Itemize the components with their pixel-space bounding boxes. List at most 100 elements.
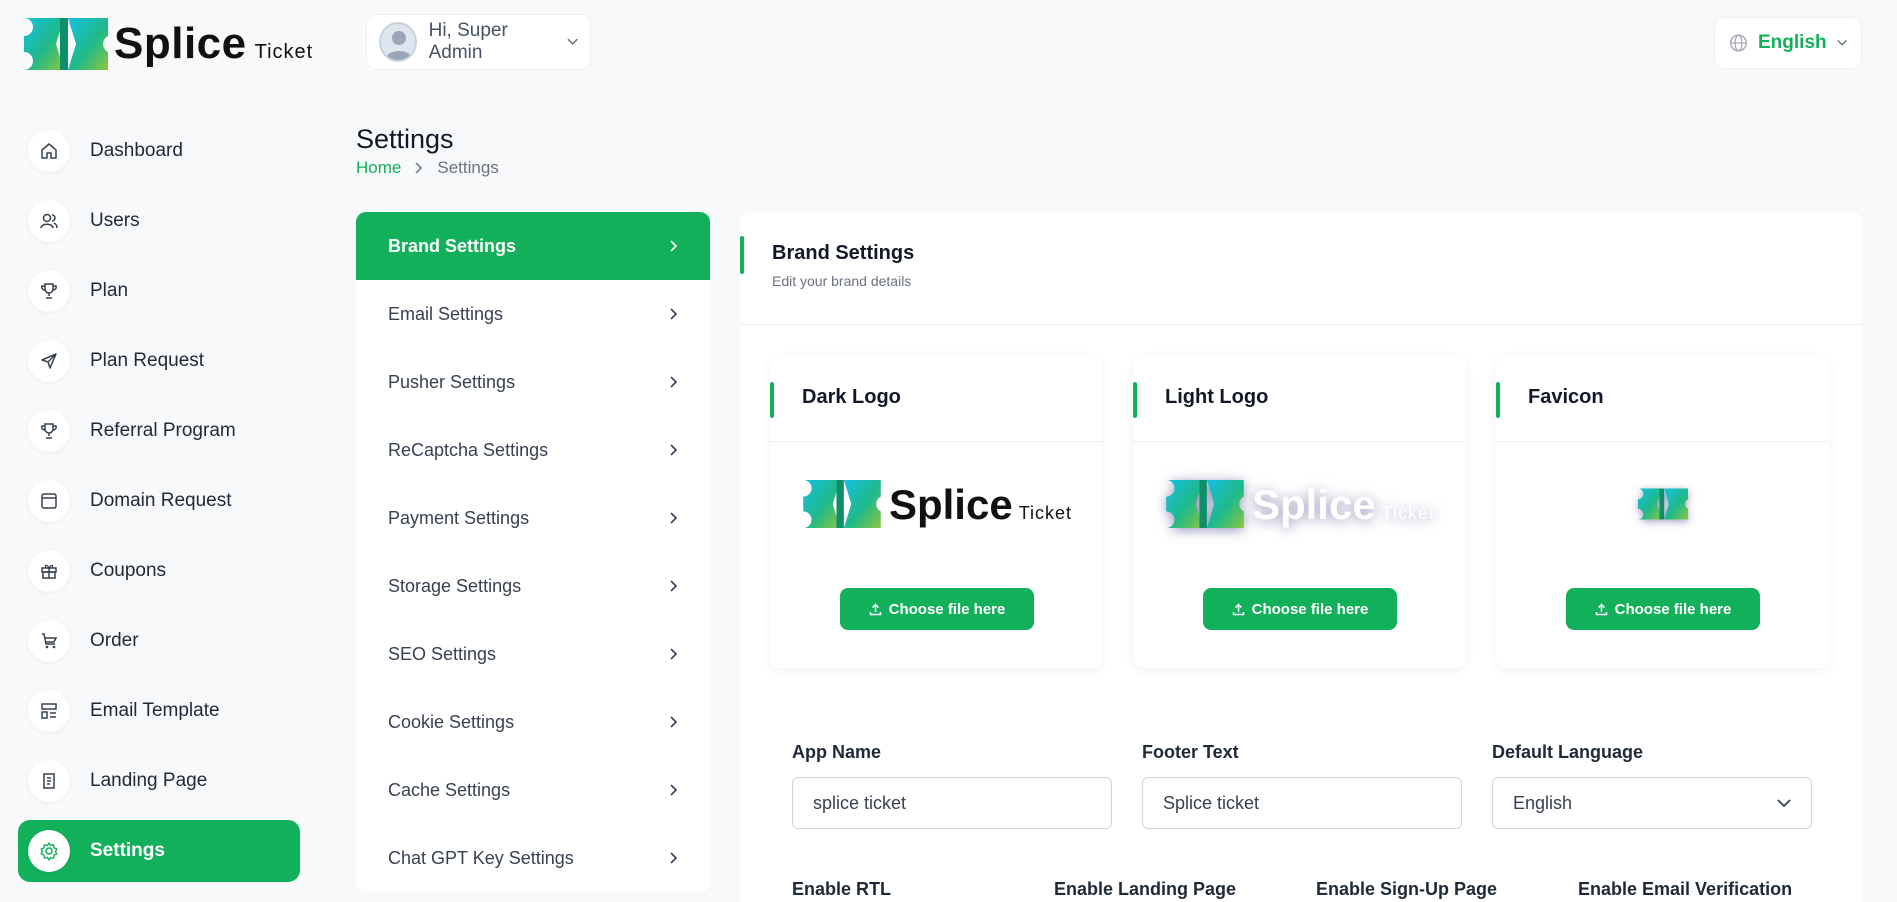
sidebar-item-label: Landing Page (90, 770, 208, 791)
send-icon (28, 340, 70, 382)
sidebar-item-plan-request[interactable]: Plan Request (18, 330, 300, 392)
upload-light-logo-button[interactable]: Choose file here (1203, 588, 1397, 630)
sidebar-item-label: Domain Request (90, 490, 232, 511)
chevron-right-icon (670, 376, 678, 388)
upload-favicon-button[interactable]: Choose file here (1566, 588, 1760, 630)
light-logo-sub: Ticket (1381, 503, 1436, 523)
gift-icon (28, 550, 70, 592)
sidebar: Dashboard Users Plan Plan Request Referr… (18, 120, 300, 890)
settings-item-label: Cookie Settings (388, 711, 515, 732)
chevron-down-icon (1777, 798, 1791, 807)
favicon-icon (1637, 488, 1688, 520)
ticket-logo-icon (803, 480, 881, 528)
sidebar-item-dashboard[interactable]: Dashboard (18, 120, 300, 182)
sidebar-item-users[interactable]: Users (18, 190, 300, 252)
sidebar-item-label: Settings (90, 840, 165, 861)
light-logo-card: Light Logo Splice Ticket Choose file her… (1133, 356, 1466, 668)
app-name-label: App Name (792, 742, 882, 762)
upload-icon (869, 602, 881, 615)
trophy-icon (28, 410, 70, 452)
page-icon (28, 760, 70, 802)
chevron-right-icon (670, 444, 678, 456)
settings-item-chatgpt[interactable]: Chat GPT Key Settings (356, 824, 710, 892)
panel-title: Brand Settings (772, 242, 915, 264)
enable-landing-label: Enable Landing Page (1054, 879, 1237, 899)
panel-subtitle: Edit your brand details (772, 273, 912, 289)
light-logo-word: Splice (1251, 481, 1376, 528)
chevron-right-icon (415, 162, 423, 174)
breadcrumb: Home Settings (356, 158, 499, 178)
sidebar-item-email-template[interactable]: Email Template (18, 680, 300, 742)
sidebar-item-label: Users (90, 210, 140, 231)
card-title: Dark Logo (802, 386, 901, 408)
settings-item-label: Cache Settings (388, 779, 511, 800)
globe-icon (1730, 34, 1747, 52)
chevron-right-icon (670, 852, 678, 864)
settings-item-label: Pusher Settings (388, 371, 516, 392)
chevron-right-icon (670, 512, 678, 524)
ticket-logo-icon (1166, 480, 1244, 528)
dark-logo-word: Splice (888, 481, 1013, 528)
chevron-right-icon (670, 716, 678, 728)
enable-email-verification-label: Enable Email Verification (1578, 879, 1793, 899)
light-logo-preview: Splice Ticket (1133, 468, 1466, 540)
settings-item-email[interactable]: Email Settings (356, 280, 710, 348)
page-title: Settings (356, 124, 454, 154)
language-selector[interactable]: English (1714, 17, 1862, 69)
settings-item-pusher[interactable]: Pusher Settings (356, 348, 710, 416)
home-icon (28, 130, 70, 172)
upload-icon (1232, 602, 1244, 615)
sidebar-item-domain-request[interactable]: Domain Request (18, 470, 300, 532)
settings-item-brand[interactable]: Brand Settings (356, 212, 710, 280)
footer-text-input[interactable]: Splice ticket (1142, 777, 1462, 829)
dark-logo-card: Dark Logo Splice Ticket Choose file here (770, 356, 1103, 668)
settings-item-storage[interactable]: Storage Settings (356, 552, 710, 620)
sidebar-item-settings[interactable]: Settings (18, 820, 300, 882)
gear-icon (28, 830, 70, 872)
card-title: Light Logo (1165, 386, 1269, 408)
panel-header: Brand Settings Edit your brand details (740, 212, 1862, 325)
app-name-input[interactable]: splice ticket (792, 777, 1112, 829)
browser-icon (28, 480, 70, 522)
upload-icon (1595, 602, 1607, 615)
sidebar-item-landing-page[interactable]: Landing Page (18, 750, 300, 812)
breadcrumb-home[interactable]: Home (356, 158, 401, 178)
sidebar-item-coupons[interactable]: Coupons (18, 540, 300, 602)
upload-dark-logo-button[interactable]: Choose file here (840, 588, 1034, 630)
settings-item-label: Chat GPT Key Settings (388, 847, 574, 868)
settings-item-recaptcha[interactable]: ReCaptcha Settings (356, 416, 710, 484)
chevron-right-icon (670, 308, 678, 320)
settings-item-label: Email Settings (388, 303, 504, 324)
settings-menu: Brand Settings Email Settings Pusher Set… (356, 212, 710, 892)
sidebar-item-referral-program[interactable]: Referral Program (18, 400, 300, 462)
chevron-right-icon (670, 580, 678, 592)
top-header: Splice Ticket Hi, Super Admin English (0, 0, 1897, 90)
settings-item-label: Payment Settings (388, 507, 530, 528)
sidebar-item-plan[interactable]: Plan (18, 260, 300, 322)
brand-logo[interactable]: Splice Ticket (24, 16, 313, 70)
brand-name: Splice (114, 19, 247, 68)
accent-bar (740, 236, 744, 274)
favicon-card: Favicon Choose file here (1496, 356, 1829, 668)
brand-sub: Ticket (254, 41, 314, 63)
settings-item-cookie[interactable]: Cookie Settings (356, 688, 710, 756)
settings-item-seo[interactable]: SEO Settings (356, 620, 710, 688)
chevron-down-icon (1837, 39, 1847, 46)
ticket-logo-icon (24, 18, 108, 70)
settings-item-cache[interactable]: Cache Settings (356, 756, 710, 824)
settings-item-payment[interactable]: Payment Settings (356, 484, 710, 552)
dark-logo-preview: Splice Ticket (770, 468, 1103, 540)
user-greeting: Hi, Super Admin (428, 20, 508, 63)
language-label: English (1758, 32, 1827, 53)
settings-item-label: SEO Settings (388, 643, 497, 664)
settings-item-label: Storage Settings (388, 575, 522, 596)
brand-settings-panel: Brand Settings Edit your brand details D… (740, 212, 1862, 902)
sidebar-item-label: Dashboard (90, 140, 183, 161)
default-language-select[interactable]: English (1492, 777, 1812, 829)
users-icon (28, 200, 70, 242)
chevron-right-icon (670, 240, 678, 252)
chevron-down-icon (567, 38, 578, 45)
user-menu[interactable]: Hi, Super Admin (366, 14, 591, 70)
sidebar-item-label: Coupons (90, 560, 167, 581)
sidebar-item-order[interactable]: Order (18, 610, 300, 672)
